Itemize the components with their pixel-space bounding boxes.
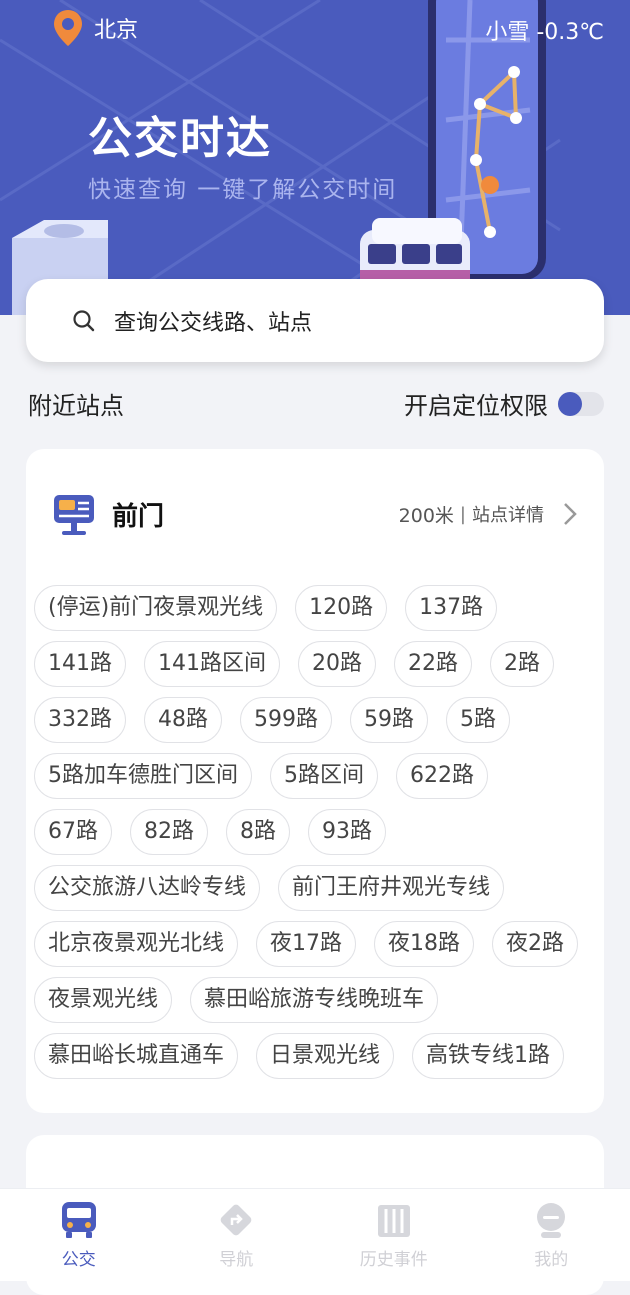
tab-history[interactable]: 历史事件 xyxy=(315,1189,473,1281)
location-permission-toggle[interactable] xyxy=(558,392,604,416)
tab-label: 公交 xyxy=(62,1245,96,1270)
route-chip[interactable]: 高铁专线1路 xyxy=(412,1033,564,1079)
tab-label: 导航 xyxy=(219,1245,253,1270)
search-bar[interactable]: 查询公交线路、站点 xyxy=(26,279,604,362)
header-banner: 北京 小雪 -0.3℃ 公交时达 快速查询 一键了解公交时间 xyxy=(0,0,630,315)
route-chip[interactable]: 141路 xyxy=(34,641,126,687)
route-chip[interactable]: 2路 xyxy=(490,641,554,687)
tab-label: 我的 xyxy=(534,1245,568,1270)
nearby-stops-title: 附近站点 xyxy=(28,386,124,421)
route-chip[interactable]: 599路 xyxy=(240,697,332,743)
route-chip[interactable]: 公交旅游八达岭专线 xyxy=(34,865,260,911)
location-permission-label: 开启定位权限 xyxy=(404,386,548,421)
route-chip[interactable]: 332路 xyxy=(34,697,126,743)
route-chip[interactable]: 5路区间 xyxy=(270,753,378,799)
stop-distance: 200米 xyxy=(399,501,454,528)
tab-bus[interactable]: 公交 xyxy=(0,1189,158,1281)
navigation-icon xyxy=(215,1199,257,1241)
route-chip[interactable]: 北京夜景观光北线 xyxy=(34,921,238,967)
route-chip[interactable]: 48路 xyxy=(144,697,222,743)
route-chip[interactable]: 慕田峪旅游专线晚班车 xyxy=(190,977,438,1023)
route-chip[interactable]: 20路 xyxy=(298,641,376,687)
app-subtitle: 快速查询 一键了解公交时间 xyxy=(88,170,397,204)
history-icon xyxy=(373,1199,415,1241)
route-chip[interactable]: 22路 xyxy=(394,641,472,687)
stop-detail-link[interactable]: 200米 | 站点详情 xyxy=(399,501,578,528)
route-chip[interactable]: 慕田峪长城直通车 xyxy=(34,1033,238,1079)
route-chip[interactable]: 5路加车德胜门区间 xyxy=(34,753,252,799)
stop-name: 前门 xyxy=(112,496,164,533)
app-title: 公交时达 xyxy=(88,102,272,166)
route-chip[interactable]: 141路区间 xyxy=(144,641,280,687)
route-chip[interactable]: 93路 xyxy=(308,809,386,855)
route-chip[interactable]: 夜18路 xyxy=(374,921,474,967)
route-chip[interactable]: 5路 xyxy=(446,697,510,743)
route-chip[interactable]: 59路 xyxy=(350,697,428,743)
stop-header[interactable]: 前门 200米 | 站点详情 xyxy=(52,489,578,539)
location-permission-row[interactable]: 开启定位权限 xyxy=(404,386,604,421)
search-placeholder: 查询公交线路、站点 xyxy=(114,305,312,337)
bus-icon xyxy=(58,1199,100,1241)
chevron-right-icon xyxy=(562,501,578,527)
route-chip[interactable]: 137路 xyxy=(405,585,497,631)
tab-profile[interactable]: 我的 xyxy=(473,1189,630,1281)
route-chip[interactable]: 夜景观光线 xyxy=(34,977,172,1023)
location-pin-icon xyxy=(52,8,84,48)
location-indicator[interactable]: 北京 xyxy=(52,8,138,48)
profile-icon xyxy=(530,1199,572,1241)
divider: | xyxy=(460,504,466,525)
toggle-knob xyxy=(558,392,582,416)
route-chip[interactable]: 8路 xyxy=(226,809,290,855)
route-chip[interactable]: 夜2路 xyxy=(492,921,578,967)
route-chip[interactable]: 夜17路 xyxy=(256,921,356,967)
bus-stop-sign-icon xyxy=(52,493,96,535)
city-name: 北京 xyxy=(94,12,138,44)
weather-info: 小雪 -0.3℃ xyxy=(485,14,604,46)
route-list: (停运)前门夜景观光线 120路 137路 141路 141路区间 20路 22路 2路 332… xyxy=(34,585,600,1089)
bottom-tab-bar: 公交 导航 历史事件 我的 xyxy=(0,1188,630,1281)
stop-detail-label: 站点详情 xyxy=(472,501,544,527)
route-chip[interactable]: (停运)前门夜景观光线 xyxy=(34,585,277,631)
stop-card: 前门 200米 | 站点详情 (停运)前门夜景观光线 120路 137路 141路 14… xyxy=(26,449,604,1113)
route-chip[interactable]: 67路 xyxy=(34,809,112,855)
route-chip[interactable]: 前门王府井观光专线 xyxy=(278,865,504,911)
route-chip[interactable]: 622路 xyxy=(396,753,488,799)
route-chip[interactable]: 120路 xyxy=(295,585,387,631)
tab-navigation[interactable]: 导航 xyxy=(158,1189,316,1281)
route-chip[interactable]: 82路 xyxy=(130,809,208,855)
route-chip[interactable]: 日景观光线 xyxy=(256,1033,394,1079)
search-icon xyxy=(72,309,96,333)
tab-label: 历史事件 xyxy=(360,1245,428,1270)
